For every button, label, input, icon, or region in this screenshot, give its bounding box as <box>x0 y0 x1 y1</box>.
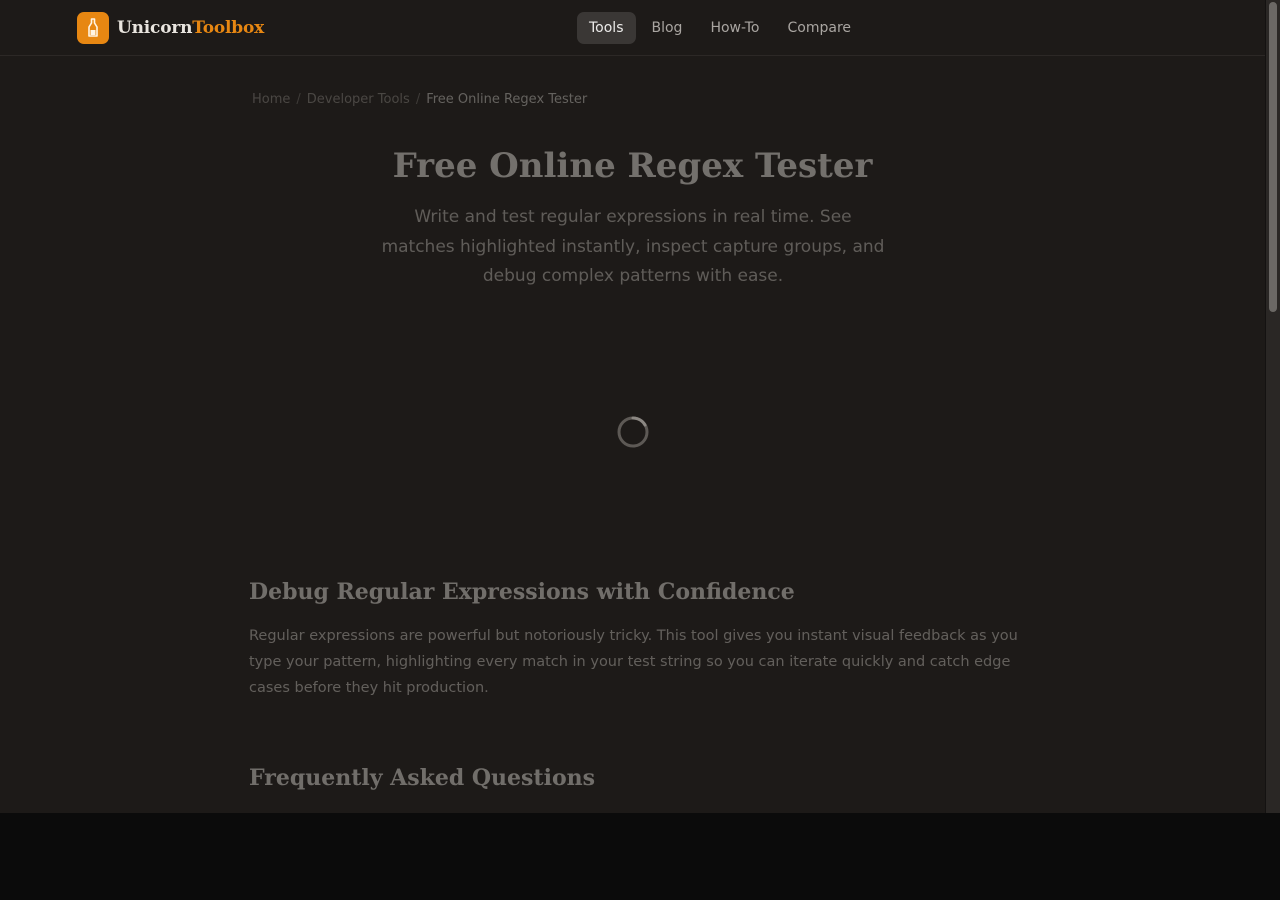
vertical-scrollbar[interactable] <box>1265 0 1280 813</box>
main-nav: Tools Blog How-To Compare <box>577 12 863 44</box>
page-subtitle: Write and test regular expressions in re… <box>381 207 885 286</box>
bottle-icon <box>77 12 109 44</box>
site-logo-link[interactable]: UnicornToolbox <box>77 12 264 44</box>
window-bottom-area <box>0 813 1280 900</box>
nav-how-to[interactable]: How-To <box>698 12 771 44</box>
nav-tools[interactable]: Tools <box>577 12 636 44</box>
top-navigation-bar: UnicornToolbox Tools Blog How-To Compare <box>0 0 1265 56</box>
breadcrumb-developer-tools[interactable]: Developer Tools <box>307 92 410 107</box>
breadcrumb: Home / Developer Tools / Free Online Regex T… <box>252 92 587 107</box>
brand-name-first: Unicorn <box>117 18 193 38</box>
debug-section-heading: Debug Regular Expressions with Confidenc… <box>249 579 795 605</box>
breadcrumb-home[interactable]: Home <box>252 92 290 107</box>
nav-compare[interactable]: Compare <box>776 12 864 44</box>
breadcrumb-separator: / <box>296 92 301 107</box>
spinner-icon <box>617 416 649 448</box>
page-viewport: UnicornToolbox Tools Blog How-To Compare… <box>0 0 1265 813</box>
nav-blog[interactable]: Blog <box>640 12 695 44</box>
faq-heading: Frequently Asked Questions <box>249 765 596 791</box>
faq-section: Frequently Asked Questions <box>249 765 1019 791</box>
breadcrumb-separator: / <box>415 92 421 107</box>
brand-name-second: Toolbox <box>192 18 265 38</box>
site-logo-text: UnicornToolbox <box>117 18 264 38</box>
debug-section-body: Regular expressions are powerful but not… <box>249 628 1018 696</box>
breadcrumb-current: Free Online Regex Tester <box>426 92 588 107</box>
page-title: Free Online Regex Tester <box>392 146 873 186</box>
debug-section: Debug Regular Expressions with Confidenc… <box>249 579 1019 701</box>
scrollbar-thumb[interactable] <box>1269 2 1277 312</box>
